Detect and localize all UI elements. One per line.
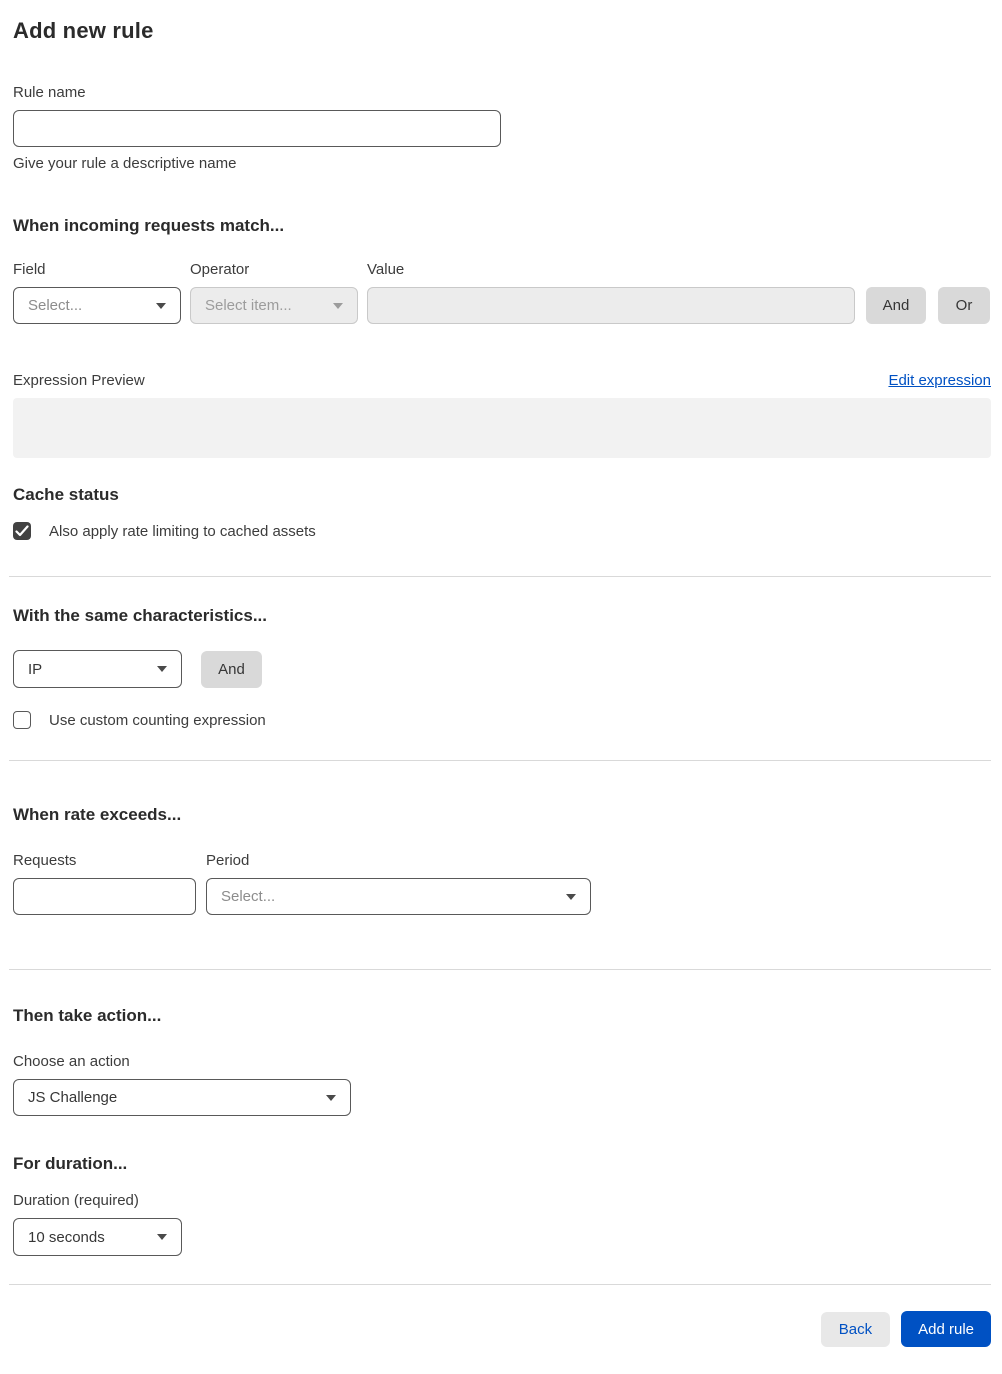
- or-button[interactable]: Or: [938, 287, 990, 324]
- duration-select-value: 10 seconds: [28, 1228, 105, 1246]
- back-button[interactable]: Back: [820, 1311, 891, 1347]
- edit-expression-link[interactable]: Edit expression: [888, 372, 991, 389]
- action-heading: Then take action...: [13, 1006, 162, 1025]
- characteristic-select-value: IP: [28, 660, 43, 678]
- cache-checkbox[interactable]: [13, 522, 31, 540]
- period-select[interactable]: Select...: [206, 878, 591, 915]
- chevron-down-icon: [326, 1094, 336, 1101]
- chevron-down-icon: [156, 302, 166, 309]
- page-title: Add new rule: [13, 18, 154, 43]
- characteristics-row: IP And: [13, 650, 991, 688]
- field-label: Field: [13, 261, 46, 278]
- match-row: Field Select... Operator Select item... …: [13, 261, 991, 324]
- characteristics-and-button[interactable]: And: [201, 650, 262, 688]
- field-select[interactable]: Select...: [13, 287, 181, 324]
- section-divider: [9, 760, 991, 761]
- rule-name-section: Rule name Give your rule a descriptive n…: [13, 84, 991, 172]
- custom-counting-label: Use custom counting expression: [49, 711, 266, 729]
- characteristic-select[interactable]: IP: [13, 650, 182, 688]
- add-rule-form: Add new rule Rule name Give your rule a …: [0, 0, 1002, 1374]
- value-label: Value: [367, 261, 405, 278]
- field-select-value: Select...: [28, 297, 83, 314]
- period-label: Period: [206, 852, 250, 869]
- match-section-heading: When incoming requests match...: [13, 216, 285, 235]
- value-input: [367, 287, 855, 324]
- rule-name-label: Rule name: [13, 84, 86, 101]
- requests-input[interactable]: [13, 878, 196, 915]
- cache-checkbox-label: Also apply rate limiting to cached asset…: [49, 522, 316, 540]
- duration-select[interactable]: 10 seconds: [13, 1218, 182, 1256]
- chevron-down-icon: [333, 302, 343, 309]
- operator-select-value: Select item...: [205, 297, 292, 314]
- duration-heading: For duration...: [13, 1154, 128, 1173]
- custom-counting-checkbox[interactable]: [13, 711, 31, 729]
- expression-preview-box: [13, 398, 991, 458]
- add-rule-button[interactable]: Add rule: [901, 1311, 991, 1347]
- rule-name-input[interactable]: [13, 110, 501, 147]
- chevron-down-icon: [566, 893, 576, 900]
- cache-checkbox-row: Also apply rate limiting to cached asset…: [13, 522, 991, 540]
- cache-status-heading: Cache status: [13, 485, 119, 504]
- duration-label: Duration (required): [13, 1192, 139, 1209]
- expression-preview-row: Expression Preview Edit expression: [13, 372, 991, 389]
- rule-name-helper: Give your rule a descriptive name: [13, 155, 237, 172]
- action-select-value: JS Challenge: [28, 1089, 118, 1106]
- choose-action-label: Choose an action: [13, 1053, 130, 1070]
- custom-counting-row: Use custom counting expression: [13, 711, 991, 729]
- requests-label: Requests: [13, 852, 77, 869]
- operator-label: Operator: [190, 261, 250, 278]
- period-select-value: Select...: [221, 888, 276, 905]
- rate-heading: When rate exceeds...: [13, 805, 182, 824]
- expression-preview-label: Expression Preview: [13, 372, 145, 389]
- section-divider: [9, 969, 991, 970]
- footer-divider: [9, 1284, 991, 1285]
- and-button[interactable]: And: [866, 287, 926, 324]
- rate-row: Requests Period Select...: [13, 852, 991, 915]
- section-divider: [9, 576, 991, 577]
- chevron-down-icon: [157, 666, 167, 672]
- action-select[interactable]: JS Challenge: [13, 1079, 351, 1116]
- operator-select: Select item...: [190, 287, 358, 324]
- check-icon: [15, 525, 29, 537]
- chevron-down-icon: [157, 1234, 167, 1240]
- characteristics-heading: With the same characteristics...: [13, 606, 268, 625]
- footer-actions: Back Add rule: [13, 1311, 991, 1360]
